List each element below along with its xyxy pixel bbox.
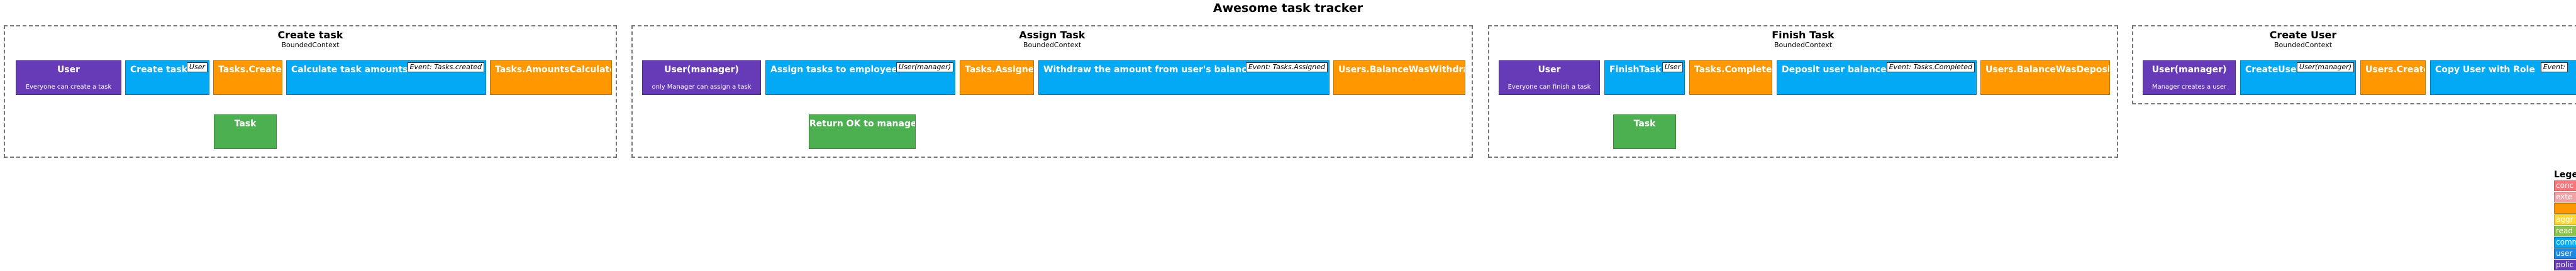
legend-item-user: user [2554,248,2576,259]
context-name: Create User [2269,29,2337,41]
policy-deposit-balance: Deposit user balance Event: Tasks.Comple… [1777,60,1977,95]
event-tasks-created: Tasks.Created [213,60,282,95]
actor-user: User Everyone can create a task [16,60,121,95]
event-label: Tasks.Created [218,65,282,75]
event-label: Users.BalanceWasWithdrawn [1338,65,1465,75]
command-finish-task: FinishTask User [1604,60,1685,95]
policy-tag: Event: [2540,62,2568,72]
context-kind: BoundedContext [1023,41,1082,49]
legend-item-readmodel: read [2554,226,2576,236]
context-create-user: Create User BoundedContext User(manager)… [2132,25,2576,104]
event-amounts-calculated: Tasks.AmountsCalculated [490,60,612,95]
event-label: Users.Created [2365,65,2425,75]
actor-note: Manager creates a user [2151,84,2227,91]
actor-manager: User(manager) only Manager can assign a … [642,60,761,95]
command-tag: User [1662,62,1683,72]
policy-tag: Event: Tasks.Assigned [1245,62,1328,72]
event-tasks-assigned: Tasks.Assigned [960,60,1034,95]
policy-withdraw-amount: Withdraw the amount from user's balance … [1038,60,1330,95]
actor-manager: User(manager) Manager creates a user [2143,60,2236,95]
command-tag: User(manager) [896,62,953,72]
context-create-task: Create task BoundedContext User Everyone… [4,25,617,158]
actor-user: User Everyone can finish a task [1499,60,1600,95]
diagram-title: Awesome task tracker [1213,1,1363,15]
actor-label: User [57,65,80,75]
command-create-user: CreateUser User(manager) [2240,60,2356,95]
command-assign-tasks: Assign tasks to employees User(manager) [765,60,955,95]
legend-item-concept: conc [2554,180,2576,191]
event-label: Tasks.Assigned [965,65,1034,75]
context-kind: BoundedContext [281,41,340,49]
policy-tag: Event: Tasks.Completed [1886,62,1975,72]
context-assign-task: Assign Task BoundedContext User(manager)… [631,25,1473,158]
context-kind: BoundedContext [2273,41,2333,49]
actor-label: User(manager) [664,65,739,75]
legend-item-external: exte [2554,192,2576,202]
readmodel-return-ok: Return OK to manager [809,114,916,149]
policy-calculate-amounts: Calculate task amounts Event: Tasks.crea… [286,60,486,95]
event-users-created: Users.Created [2360,60,2426,95]
event-tasks-completed: Tasks.Completed [1689,60,1772,95]
readmodel-label: Task [234,119,257,129]
legend: Lege conc exte aggr read comm user polic [2554,170,2576,271]
event-balance-deposited: Users.BalanceWasDeposited [1980,60,2110,95]
actor-label: User [1538,65,1561,75]
actor-note: only Manager can assign a task [652,84,752,91]
command-tag: User [186,62,208,72]
context-kind: BoundedContext [1774,41,1833,49]
command-tag: User(manager) [2296,62,2354,72]
legend-title: Lege [2554,170,2576,180]
readmodel-task: Task [214,114,277,149]
event-balance-withdrawn: Users.BalanceWasWithdrawn [1333,60,1465,95]
context-name: Finish Task [1772,29,1835,41]
event-label: Users.BalanceWasDeposited [1985,65,2109,75]
readmodel-label: Task [1633,119,1656,129]
event-label: Tasks.AmountsCalculated [495,65,612,75]
actor-note: Everyone can create a task [25,84,112,91]
policy-tag: Event: Tasks.created [407,62,484,72]
context-name: Assign Task [1019,29,1085,41]
event-label: Tasks.Completed [1694,65,1772,75]
readmodel-label: Return OK to manager [809,119,916,129]
legend-item-aggregate: aggr [2554,214,2576,225]
legend-item-command: comm [2554,237,2576,248]
context-name: Create task [277,29,343,41]
command-create-task: Create task User [125,60,209,95]
context-finish-task: Finish Task BoundedContext User Everyone… [1488,25,2118,158]
readmodel-task: Task [1613,114,1676,149]
legend-item-event [2554,203,2576,214]
actor-note: Everyone can finish a task [1507,84,1591,91]
policy-copy-user: Copy User with Role Event: [2430,60,2576,95]
actor-label: User(manager) [2151,65,2227,75]
legend-item-policy: polic [2554,260,2576,270]
